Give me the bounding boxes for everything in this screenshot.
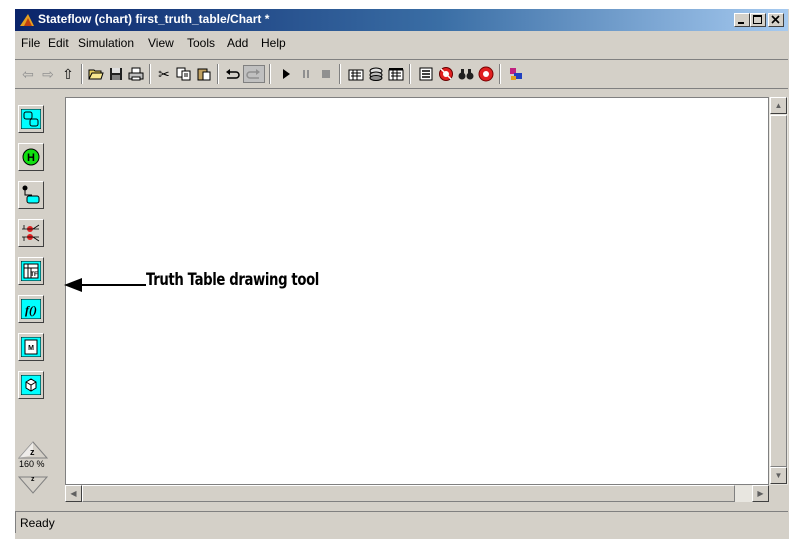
annotation-arrow [64,278,146,292]
truth-table-annotation: Truth Table drawing tool [146,270,319,290]
